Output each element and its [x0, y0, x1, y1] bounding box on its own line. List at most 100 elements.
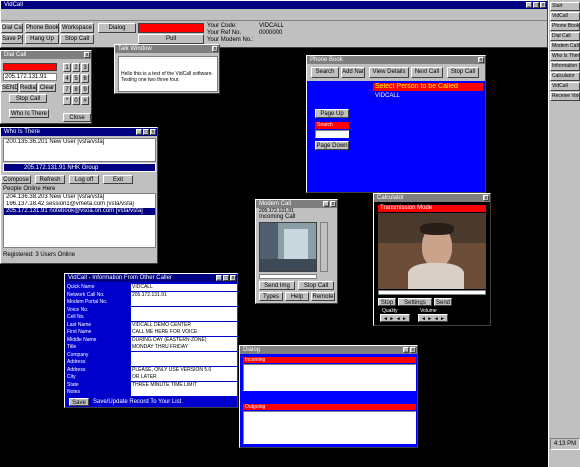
send-button[interactable]: SEND	[1, 83, 18, 92]
close-icon[interactable]: x	[84, 52, 90, 58]
volume-slider[interactable]	[320, 222, 328, 272]
next-call-button[interactable]: Next Call	[411, 67, 443, 78]
remote-button[interactable]: Remote	[311, 292, 335, 301]
page-up-button[interactable]: Page Up	[315, 109, 349, 118]
minimize-icon[interactable]: _	[136, 129, 142, 135]
types-button[interactable]: Types	[259, 292, 283, 301]
who-top-item[interactable]: 200.135.36.201 New User [vsfa/vsfa]	[4, 139, 155, 146]
pull-button[interactable]: Pull	[138, 34, 204, 44]
search-button[interactable]: Search	[311, 67, 339, 78]
view-details-button[interactable]: View Details	[369, 67, 409, 78]
close-icon[interactable]: x	[483, 195, 489, 201]
stop-button[interactable]: Stop	[378, 298, 396, 306]
maximize-icon[interactable]: □	[533, 2, 539, 8]
close-icon[interactable]: x	[410, 347, 416, 353]
refresh-button[interactable]: Refresh	[35, 175, 65, 184]
dial-call-button[interactable]: Dial Call	[1, 23, 23, 33]
keypad-key[interactable]: *	[63, 96, 71, 105]
info-value[interactable]	[131, 314, 237, 321]
info-value[interactable]: DURING DAY (EASTERN ZONE)	[131, 336, 237, 344]
exit-button[interactable]: Exit	[103, 175, 133, 184]
phone-book-entry[interactable]: VIDCALL	[373, 92, 483, 100]
keypad-key[interactable]: 8	[72, 85, 80, 94]
close-icon[interactable]: x	[150, 129, 156, 135]
close-icon[interactable]: x	[478, 57, 484, 63]
settings-button[interactable]: Settings	[398, 298, 432, 306]
list-item[interactable]: 204.136.38.203 New User [vsfa/vsfa]	[4, 194, 155, 201]
save-info-button[interactable]: Save	[69, 398, 89, 406]
taskbar-item[interactable]: Modem Call	[550, 42, 580, 51]
keypad-key[interactable]: 2	[72, 63, 80, 72]
who-is-there-button[interactable]: Who Is There	[9, 109, 49, 118]
taskbar-item[interactable]: Phone Book	[550, 22, 580, 31]
log-off-button[interactable]: Log off	[69, 175, 99, 184]
position-slider[interactable]	[259, 274, 317, 279]
close-icon[interactable]: x	[212, 46, 218, 52]
list-item[interactable]: 196.137.18.42 session1@vmeta.com [vsfa/v…	[4, 201, 155, 208]
stop-call-pb-button[interactable]: Stop Call	[447, 67, 479, 78]
keypad-key[interactable]: 3	[81, 63, 89, 72]
stop-call-dial-button[interactable]: Stop Call	[9, 94, 47, 103]
info-value[interactable]	[131, 306, 237, 314]
close-dial-button[interactable]: Close	[63, 113, 91, 122]
send-img-button[interactable]: Send Img	[259, 281, 295, 290]
taskbar-item[interactable]: VidCall	[550, 82, 580, 91]
keypad-key[interactable]: 5	[72, 74, 80, 83]
stop-call-button[interactable]: Stop Call	[60, 34, 94, 44]
page-down-button[interactable]: Page Down	[315, 141, 349, 150]
minimize-icon[interactable]: _	[323, 201, 329, 207]
incoming-text[interactable]	[243, 364, 416, 391]
taskbar-item[interactable]: Dial Call	[550, 32, 580, 41]
keypad-key[interactable]: 9	[81, 85, 89, 94]
info-value[interactable]	[131, 389, 237, 396]
info-value[interactable]: PLEASE, ONLY USE VERSION 5.0	[131, 366, 237, 374]
minimize-icon[interactable]: _	[526, 2, 532, 8]
save-prefs-button[interactable]: Save Prefs	[1, 34, 23, 44]
talk-text-area[interactable]: Hello this is a test of the VidCall soft…	[118, 56, 218, 92]
taskbar-item[interactable]: Receive Voice	[550, 92, 580, 101]
send-video-button[interactable]: Send	[434, 298, 452, 306]
info-value[interactable]	[131, 351, 237, 359]
info-value[interactable]: CALL ME HERE FOR VOICE	[131, 329, 237, 336]
dialog-button[interactable]: Dialog	[98, 23, 136, 33]
maximize-icon[interactable]: □	[223, 275, 229, 281]
keypad-key[interactable]: 7	[63, 85, 71, 94]
redial-button[interactable]: Redial	[19, 83, 37, 92]
info-value[interactable]: VIDCALL DEMO CENTER	[131, 321, 237, 329]
who-user-list[interactable]: 204.136.38.203 New User [vsfa/vsfa] 196.…	[3, 193, 156, 248]
info-value[interactable]: 205.172.131.91	[131, 291, 237, 299]
search-input[interactable]	[315, 130, 349, 138]
calc-slider[interactable]	[378, 290, 486, 295]
workspace-button[interactable]: Workspace	[60, 23, 94, 33]
close-icon[interactable]: x	[330, 201, 336, 207]
taskbar-item[interactable]: VidCall	[550, 12, 580, 21]
dial-number-field[interactable]	[3, 63, 57, 71]
info-value[interactable]	[131, 359, 237, 366]
minimize-icon[interactable]: _	[216, 275, 222, 281]
taskbar-item[interactable]: Information	[550, 62, 580, 71]
who-selected-row[interactable]: 205.172.131.91 NHK Group	[3, 163, 156, 172]
stop-call-modem-button[interactable]: Stop Call	[298, 281, 334, 290]
compose-button[interactable]: Compose	[1, 175, 31, 184]
outgoing-text[interactable]	[243, 411, 416, 444]
clear-button[interactable]: Clear	[38, 83, 56, 92]
taskbar-item[interactable]: Calculator	[550, 72, 580, 81]
keypad-key[interactable]: 1	[63, 63, 71, 72]
who-top-list[interactable]: 200.135.36.201 New User [vsfa/vsfa]	[3, 138, 156, 162]
phone-book-button[interactable]: Phone Book	[25, 23, 59, 33]
add-name-button[interactable]: Add Name	[341, 67, 365, 78]
list-item-selected[interactable]: 205.172.131.91 notebook@vsoa.on.com [vsf…	[4, 208, 155, 215]
taskbar-item[interactable]: Start	[550, 2, 580, 11]
search-field[interactable]: Search	[315, 122, 349, 129]
minimize-icon[interactable]: _	[403, 347, 409, 353]
info-value[interactable]	[131, 299, 237, 306]
taskbar-item[interactable]: Who Is There	[550, 52, 580, 61]
close-icon[interactable]: x	[230, 275, 236, 281]
volume-stepper[interactable]: ◄ ► ◄ ►	[418, 314, 448, 322]
info-value[interactable]: THREE MINUTE TIME LIMIT	[131, 381, 237, 389]
hang-up-button[interactable]: Hang Up	[25, 34, 59, 44]
keypad-key[interactable]: #	[81, 96, 89, 105]
keypad-key[interactable]: 0	[72, 96, 80, 105]
info-value[interactable]: VIDCALL	[131, 284, 237, 291]
keypad-key[interactable]: 4	[63, 74, 71, 83]
